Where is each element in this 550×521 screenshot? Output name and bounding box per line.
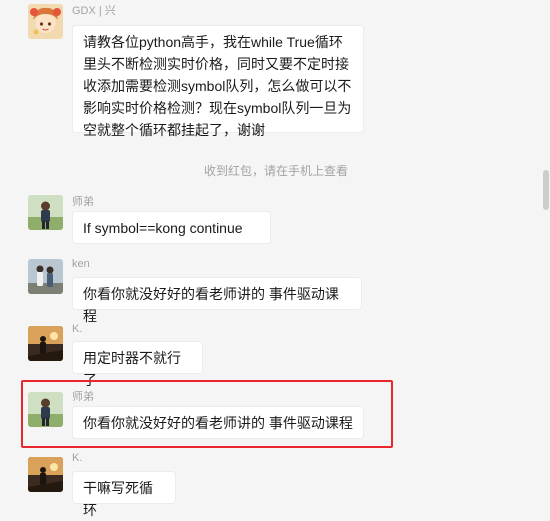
sender-name: ken (72, 258, 90, 270)
red-packet-notice: 收到红包，请在手机上查看 (204, 164, 349, 178)
sender-name: 师弟 (72, 196, 94, 208)
avatar[interactable] (28, 326, 63, 361)
avatar[interactable] (28, 259, 63, 294)
message-bubble[interactable]: If symbol==kong continue (72, 211, 271, 244)
avatar-man-sunset-icon (28, 326, 63, 361)
message-bubble[interactable]: 干嘛写死循环 (72, 471, 176, 518)
avatar[interactable] (28, 457, 63, 492)
message-bubble[interactable]: 你看你就没好好的看老师讲的 事件驱动课程 (72, 277, 362, 324)
sender-name: K. (72, 452, 83, 464)
message-bubble[interactable]: 请教各位python高手，我在while True循环 里头不断检测实时价格，同… (72, 25, 364, 138)
avatar[interactable] (28, 195, 63, 230)
message-bubble[interactable]: 用定时器不就行了 (72, 341, 203, 388)
avatar-two-people-icon (28, 259, 63, 294)
avatar-anime-girl-icon (28, 4, 63, 39)
scrollbar-thumb[interactable] (543, 170, 549, 210)
sender-name: K. (72, 323, 83, 335)
avatar-man-sunset-icon (28, 457, 63, 492)
highlight-box (21, 380, 393, 448)
avatar[interactable] (28, 4, 63, 39)
avatar-man-outdoor-icon (28, 195, 63, 230)
sender-name: GDX | 兴 (72, 5, 116, 17)
